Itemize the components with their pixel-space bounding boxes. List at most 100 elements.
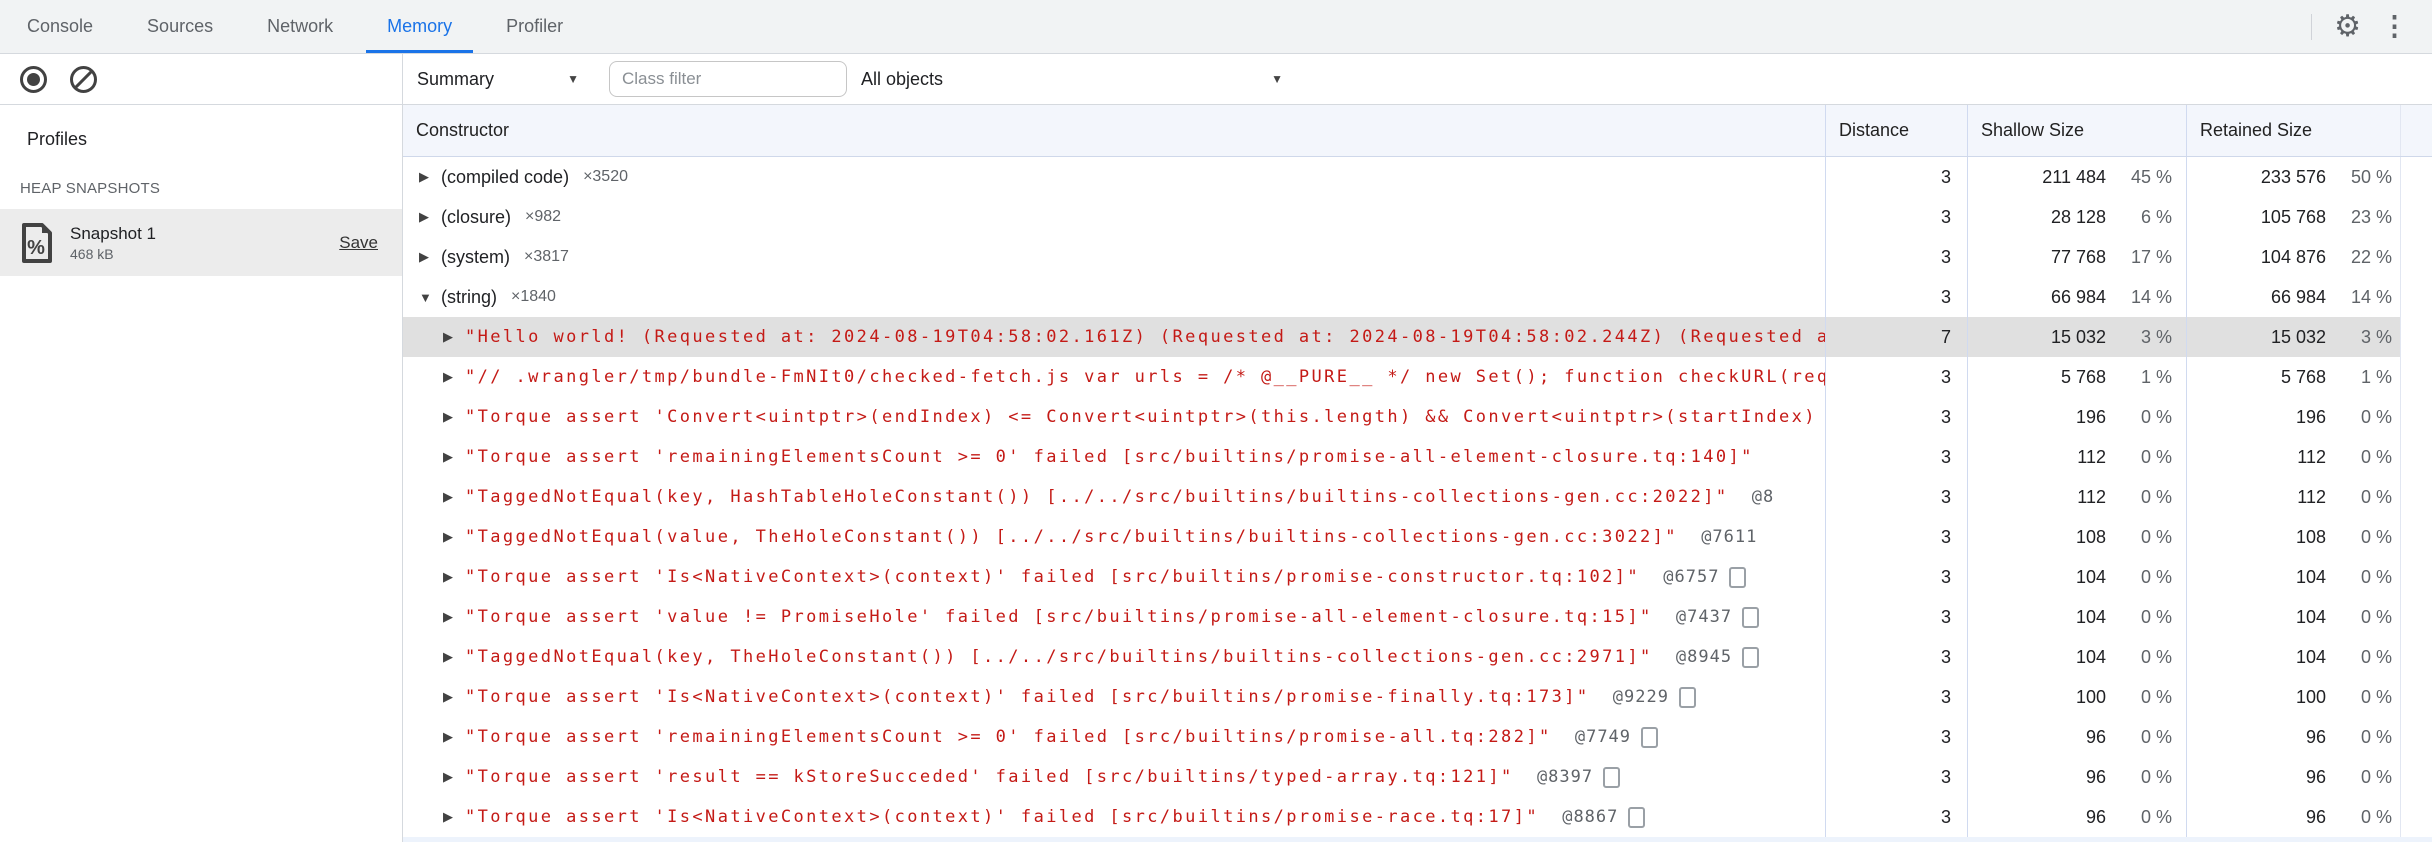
grid-row-string[interactable]: ▶ "TaggedNotEqual(key, TheHoleConstant())… (403, 637, 2432, 677)
shallow-size-percent: 0 % (2140, 526, 2172, 547)
string-value: "Torque assert 'Is<NativeContext>(contex… (465, 567, 1641, 587)
chevron-collapsed-icon[interactable]: ▶ (443, 329, 465, 345)
grid-row-string[interactable]: ▶ "Torque assert 'Is<NativeContext>(conte… (403, 557, 2432, 597)
reveal-icon[interactable] (1678, 686, 1696, 708)
chevron-expanded-icon[interactable]: ▼ (419, 290, 441, 305)
shallow-size-value: 108 (2075, 526, 2106, 547)
distance-value: 3 (1940, 686, 1951, 707)
object-id: @8867 (1550, 807, 1619, 827)
grid-row-category[interactable]: ▼ (string) ×1840 3 66 984 14 % 66 984 14 % (403, 277, 2432, 317)
shallow-size-percent: 0 % (2140, 646, 2172, 667)
tab-sources[interactable]: Sources (120, 0, 240, 53)
chevron-collapsed-icon[interactable]: ▶ (443, 729, 465, 745)
constructor-cell: ▶ (compiled code) ×3520 (403, 157, 1825, 197)
distance-cell: 3 (1825, 437, 1967, 477)
record-heap-snapshot-button[interactable] (18, 64, 48, 94)
shallow-size-cell: 112 0 % (1967, 477, 2186, 517)
reveal-icon[interactable] (1603, 766, 1621, 788)
grid-row-string[interactable]: ▶ "Torque assert 'Convert<uintptr>(endInd… (403, 397, 2432, 437)
sidebar-item-snapshot-1[interactable]: % Snapshot 1 468 kB Save (0, 209, 402, 276)
chevron-down-icon: ▼ (1271, 72, 1283, 86)
scrollbar-gutter (2400, 237, 2432, 277)
distance-cell: 3 (1825, 477, 1967, 517)
chevron-collapsed-icon[interactable]: ▶ (419, 249, 441, 265)
clear-profiles-button[interactable] (68, 64, 98, 94)
chevron-collapsed-icon[interactable]: ▶ (443, 689, 465, 705)
column-header-shallow-size[interactable]: Shallow Size (1967, 105, 2186, 156)
tab-memory[interactable]: Memory (360, 0, 479, 53)
chevron-collapsed-icon[interactable]: ▶ (443, 649, 465, 665)
column-header-retained-size[interactable]: Retained Size (2186, 105, 2400, 156)
grid-row-string[interactable]: ▶ "Torque assert 'remainingElementsCount … (403, 717, 2432, 757)
shallow-size-percent: 6 % (2140, 206, 2172, 227)
snapshot-save-link[interactable]: Save (339, 233, 378, 253)
retained-size-value: 104 (2295, 606, 2326, 627)
reveal-icon[interactable] (1628, 806, 1646, 828)
grid-row-category[interactable]: ▶ (system) ×3817 3 77 768 17 % 104 876 22 % (403, 237, 2432, 277)
grid-row-string[interactable]: ▶ "Hello world! (Requested at: 2024-08-19… (403, 317, 2432, 357)
column-header-constructor[interactable]: Constructor (403, 105, 1825, 156)
object-id: @8 (1740, 487, 1775, 507)
shallow-size-cell: 108 0 % (1967, 517, 2186, 557)
chevron-collapsed-icon[interactable]: ▶ (443, 449, 465, 465)
chevron-collapsed-icon[interactable]: ▶ (443, 529, 465, 545)
reveal-icon[interactable] (1742, 646, 1760, 668)
string-value: "// .wrangler/tmp/bundle-FmNIt0/checked-… (465, 367, 1825, 387)
shallow-size-cell: 77 768 17 % (1967, 237, 2186, 277)
grid-row-string[interactable]: ▶ "Torque assert 'value != PromiseHole' f… (403, 597, 2432, 637)
reveal-icon[interactable] (1641, 726, 1659, 748)
chevron-collapsed-icon[interactable]: ▶ (443, 809, 465, 825)
grid-row-string[interactable]: ▶ "Torque assert 'result == kStoreSuccede… (403, 757, 2432, 797)
shallow-size-value: 112 (2077, 446, 2106, 467)
object-id: @6757 (1652, 567, 1720, 587)
distance-value: 3 (1940, 566, 1951, 587)
retained-size-percent: 0 % (2360, 526, 2392, 547)
distance-value: 3 (1940, 766, 1951, 787)
object-filter-select[interactable]: All objects ▼ (861, 69, 1289, 90)
retained-size-cell: 108 0 % (2186, 517, 2400, 557)
scrollbar-gutter (2400, 437, 2432, 477)
grid-row-string[interactable]: ▶ "Torque assert 'remainingElementsCount … (403, 437, 2432, 477)
distance-cell: 3 (1825, 597, 1967, 637)
grid-header: Constructor Distance Shallow Size Retain… (403, 105, 2432, 157)
grid-row-string[interactable]: ▶ "Torque assert 'Is<NativeContext>(conte… (403, 797, 2432, 837)
grid-row-category[interactable]: ▶ (closure) ×982 3 28 128 6 % 105 768 23 % (403, 197, 2432, 237)
object-id: @7437 (1664, 607, 1733, 627)
object-id: @8397 (1525, 767, 1594, 787)
class-filter-input[interactable] (609, 61, 847, 97)
constructor-name: (closure) (441, 206, 512, 227)
chevron-collapsed-icon[interactable]: ▶ (419, 169, 441, 185)
chevron-collapsed-icon[interactable]: ▶ (419, 209, 441, 225)
heap-snapshot-grid: Constructor Distance Shallow Size Retain… (403, 105, 2432, 842)
grid-row-category[interactable]: ▶ (compiled code) ×3520 3 211 484 45 % 233 576… (403, 157, 2432, 197)
chevron-collapsed-icon[interactable]: ▶ (443, 569, 465, 585)
chevron-collapsed-icon[interactable]: ▶ (443, 369, 465, 385)
retained-size-cell: 96 0 % (2186, 717, 2400, 757)
settings-gear-icon[interactable]: ⚙ (2324, 11, 2371, 42)
tab-network[interactable]: Network (240, 0, 360, 53)
object-id: @8945 (1664, 647, 1733, 667)
constructor-cell: ▶ "Torque assert 'Convert<uintptr>(endInd… (403, 397, 1825, 437)
reveal-icon[interactable] (1729, 566, 1747, 588)
scrollbar-gutter (2400, 637, 2432, 677)
chevron-collapsed-icon[interactable]: ▶ (443, 409, 465, 425)
tab-console[interactable]: Console (0, 0, 120, 53)
more-menu-icon[interactable]: ⋮ (2371, 13, 2418, 40)
reveal-icon[interactable] (1742, 606, 1760, 628)
shallow-size-value: 96 (2085, 806, 2106, 827)
chevron-collapsed-icon[interactable]: ▶ (443, 769, 465, 785)
retained-size-cell: 96 0 % (2186, 757, 2400, 797)
grid-row-string[interactable]: ▶ "TaggedNotEqual(value, TheHoleConstant(… (403, 517, 2432, 557)
grid-row-string[interactable]: ▶ "Torque assert 'Is<NativeContext>(conte… (403, 677, 2432, 717)
grid-row-string[interactable]: ▶ "// .wrangler/tmp/bundle-FmNIt0/checked… (403, 357, 2432, 397)
retained-size-cell: 105 768 23 % (2186, 197, 2400, 237)
grid-row-string[interactable]: ▶ "TaggedNotEqual(key, HashTableHoleConst… (403, 477, 2432, 517)
perspective-select[interactable]: Summary ▼ (417, 69, 587, 90)
tab-profiler[interactable]: Profiler (479, 0, 590, 53)
instance-count: ×1840 (511, 288, 556, 305)
retained-size-cell: 100 0 % (2186, 677, 2400, 717)
chevron-collapsed-icon[interactable]: ▶ (443, 609, 465, 625)
column-header-distance[interactable]: Distance (1825, 105, 1967, 156)
shallow-size-value: 96 (2085, 766, 2106, 787)
chevron-collapsed-icon[interactable]: ▶ (443, 489, 465, 505)
